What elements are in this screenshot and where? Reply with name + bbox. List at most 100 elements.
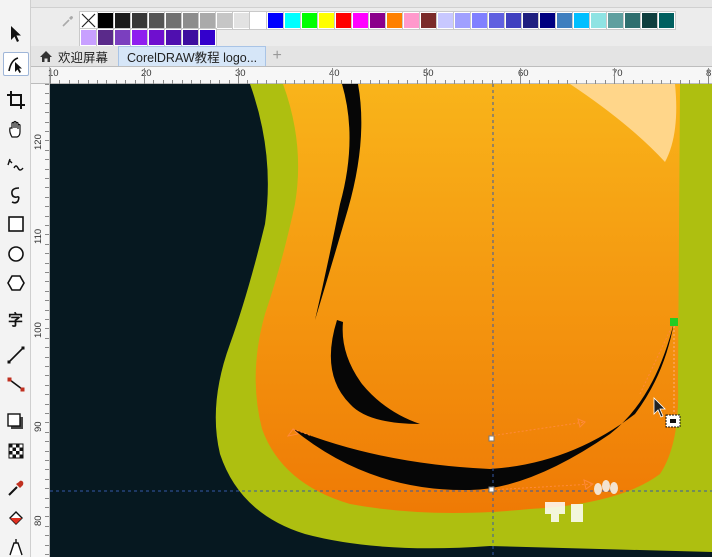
- color-swatch[interactable]: [657, 11, 676, 30]
- connector-tool-button[interactable]: [3, 372, 29, 396]
- color-swatch[interactable]: [572, 11, 591, 30]
- rectangle-tool-button[interactable]: [3, 212, 29, 236]
- ruler-tick: [45, 178, 49, 179]
- ruler-tick: [45, 84, 49, 85]
- ruler-tick: [45, 479, 49, 480]
- ruler-tick: [45, 159, 49, 160]
- color-swatch[interactable]: [130, 28, 149, 47]
- pick-tool-button[interactable]: [3, 22, 29, 46]
- color-swatch[interactable]: [113, 11, 132, 30]
- color-swatch[interactable]: [215, 11, 234, 30]
- orange-shape[interactable]: [255, 84, 680, 513]
- shape-tool-button[interactable]: [3, 52, 29, 76]
- freehand-tool-button[interactable]: [3, 153, 29, 177]
- pan-tool-button[interactable]: [3, 117, 29, 141]
- color-swatch[interactable]: [436, 11, 455, 30]
- color-swatch[interactable]: [283, 11, 302, 30]
- transparency-button[interactable]: [3, 439, 29, 463]
- color-swatch[interactable]: [555, 11, 574, 30]
- crop-tool-icon: [7, 91, 25, 109]
- color-swatch[interactable]: [266, 11, 285, 30]
- color-swatch[interactable]: [249, 11, 268, 30]
- color-swatch[interactable]: [538, 11, 557, 30]
- polygon-tool-icon: [7, 275, 25, 291]
- color-swatch[interactable]: [385, 11, 404, 30]
- color-swatch[interactable]: [402, 11, 421, 30]
- tab-document[interactable]: CorelDRAW教程 logo...: [118, 46, 267, 66]
- color-swatch[interactable]: [300, 11, 319, 30]
- color-swatch[interactable]: [96, 28, 115, 47]
- horizontal-ruler[interactable]: 10 20 30 40 50 60 70 8: [48, 67, 712, 84]
- vertical-ruler[interactable]: 120 110 100 90 80: [31, 84, 50, 557]
- ruler-left-label: 90: [33, 421, 44, 432]
- drop-shadow-button[interactable]: [3, 410, 29, 434]
- color-swatch[interactable]: [470, 11, 489, 30]
- color-swatch[interactable]: [147, 28, 166, 47]
- color-swatch[interactable]: [317, 11, 336, 30]
- color-swatch[interactable]: [351, 11, 370, 30]
- eyedropper-button[interactable]: [3, 476, 29, 500]
- color-swatch[interactable]: [504, 11, 523, 30]
- outline-pen-button[interactable]: [3, 535, 29, 557]
- color-swatch[interactable]: [623, 11, 642, 30]
- color-swatch[interactable]: [147, 11, 166, 30]
- ruler-tick: [45, 103, 49, 104]
- color-swatch[interactable]: [521, 11, 540, 30]
- color-swatch[interactable]: [164, 28, 183, 47]
- text-tool-button[interactable]: 字: [3, 307, 29, 331]
- add-tab-button[interactable]: +: [268, 46, 286, 66]
- color-swatch[interactable]: [334, 11, 353, 30]
- color-swatch[interactable]: [198, 11, 217, 30]
- ruler-tick: [45, 413, 49, 414]
- color-swatch[interactable]: [113, 28, 132, 47]
- ruler-tick: [45, 187, 49, 188]
- color-swatch[interactable]: [198, 28, 217, 47]
- ruler-tick: [45, 122, 49, 123]
- ruler-tick: [45, 197, 49, 198]
- ruler-tick: [45, 469, 49, 470]
- palette-eyedropper-icon[interactable]: [61, 14, 75, 28]
- curve-node[interactable]: [488, 435, 495, 442]
- color-swatch[interactable]: [181, 28, 200, 47]
- ruler-tick: [238, 68, 239, 84]
- fill-button[interactable]: [3, 506, 29, 530]
- color-swatch[interactable]: [640, 11, 659, 30]
- color-swatch[interactable]: [368, 11, 387, 30]
- ruler-tick: [45, 366, 49, 367]
- ellipse-tool-button[interactable]: [3, 242, 29, 266]
- tab-welcome-screen[interactable]: 欢迎屏幕: [31, 46, 117, 66]
- ruler-tick: [708, 68, 709, 84]
- drawing-canvas[interactable]: [50, 84, 712, 557]
- ruler-tick: [45, 347, 49, 348]
- selected-node[interactable]: [670, 318, 678, 326]
- ruler-tick: [45, 451, 49, 452]
- curve-node[interactable]: [488, 486, 495, 493]
- dimension-tool-button[interactable]: [3, 343, 29, 367]
- color-swatch[interactable]: [79, 28, 98, 47]
- color-swatch[interactable]: [232, 11, 251, 30]
- color-swatch[interactable]: [419, 11, 438, 30]
- color-swatch[interactable]: [487, 11, 506, 30]
- ellipse-tool-icon: [8, 246, 24, 262]
- ruler-tick: [45, 263, 49, 264]
- color-swatch[interactable]: [589, 11, 608, 30]
- crop-tool-button[interactable]: [3, 88, 29, 112]
- ruler-top-label: 50: [423, 68, 434, 79]
- smart-draw-button[interactable]: [3, 183, 29, 207]
- color-swatch[interactable]: [181, 11, 200, 30]
- color-swatch[interactable]: [96, 11, 115, 30]
- outline-pen-icon: [9, 539, 23, 556]
- no-color-swatch[interactable]: [79, 11, 98, 30]
- polygon-tool-button[interactable]: [3, 271, 29, 295]
- ruler-tick: [45, 300, 49, 301]
- color-swatch[interactable]: [453, 11, 472, 30]
- pan-tool-icon: [9, 120, 21, 138]
- ruler-tick: [45, 112, 49, 113]
- color-swatch[interactable]: [606, 11, 625, 30]
- document-tab-bar: 欢迎屏幕 CorelDRAW教程 logo... +: [31, 46, 712, 67]
- color-swatch[interactable]: [164, 11, 183, 30]
- ruler-tick: [45, 338, 49, 339]
- ruler-tick: [332, 68, 333, 84]
- ruler-tick: [45, 535, 49, 536]
- color-swatch[interactable]: [130, 11, 149, 30]
